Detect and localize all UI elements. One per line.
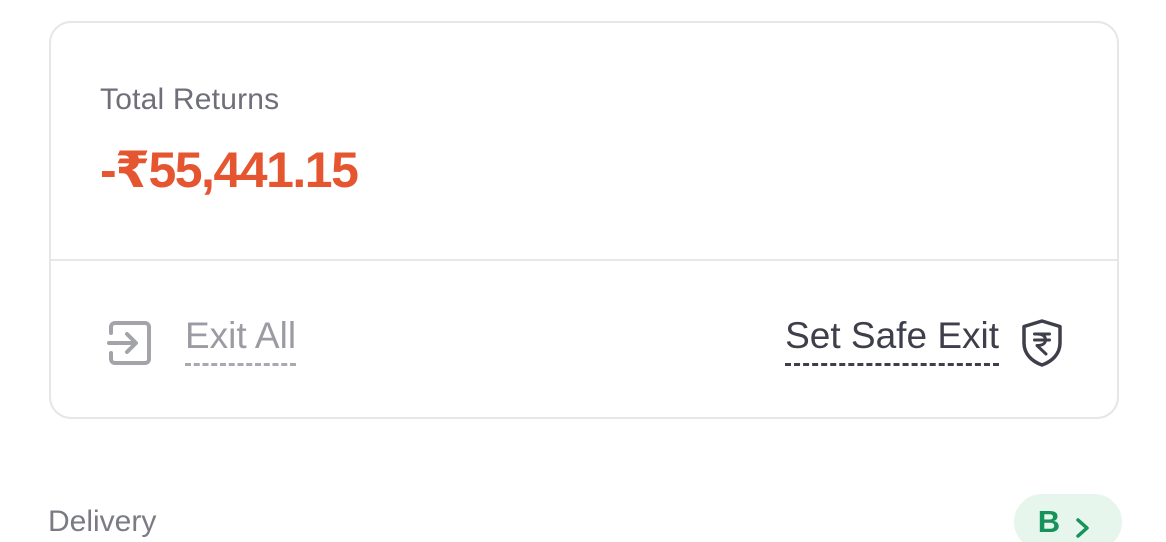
delivery-b-badge[interactable]: B (1014, 494, 1122, 542)
badge-label: B (1037, 504, 1061, 539)
card-actions: Exit All Set Safe Exit (51, 261, 1117, 419)
total-returns-label: Total Returns (100, 83, 280, 116)
exit-all-label: Exit All (185, 315, 297, 366)
total-returns-value: -₹55,441.15 (100, 142, 359, 198)
page: Total Returns -₹55,441.15 Exit All Set S… (0, 0, 1166, 542)
returns-summary: Total Returns -₹55,441.15 (51, 23, 1117, 261)
chevron-right-icon (1074, 511, 1092, 538)
exit-arrow-icon (105, 319, 153, 367)
delivery-label: Delivery (48, 505, 157, 538)
set-safe-exit-label: Set Safe Exit (785, 315, 999, 366)
rupee-shield-icon (1019, 318, 1065, 368)
exit-all-button[interactable]: Exit All (105, 315, 297, 368)
set-safe-exit-button[interactable]: Set Safe Exit (785, 315, 1065, 368)
returns-card: Total Returns -₹55,441.15 Exit All Set S… (49, 21, 1119, 419)
